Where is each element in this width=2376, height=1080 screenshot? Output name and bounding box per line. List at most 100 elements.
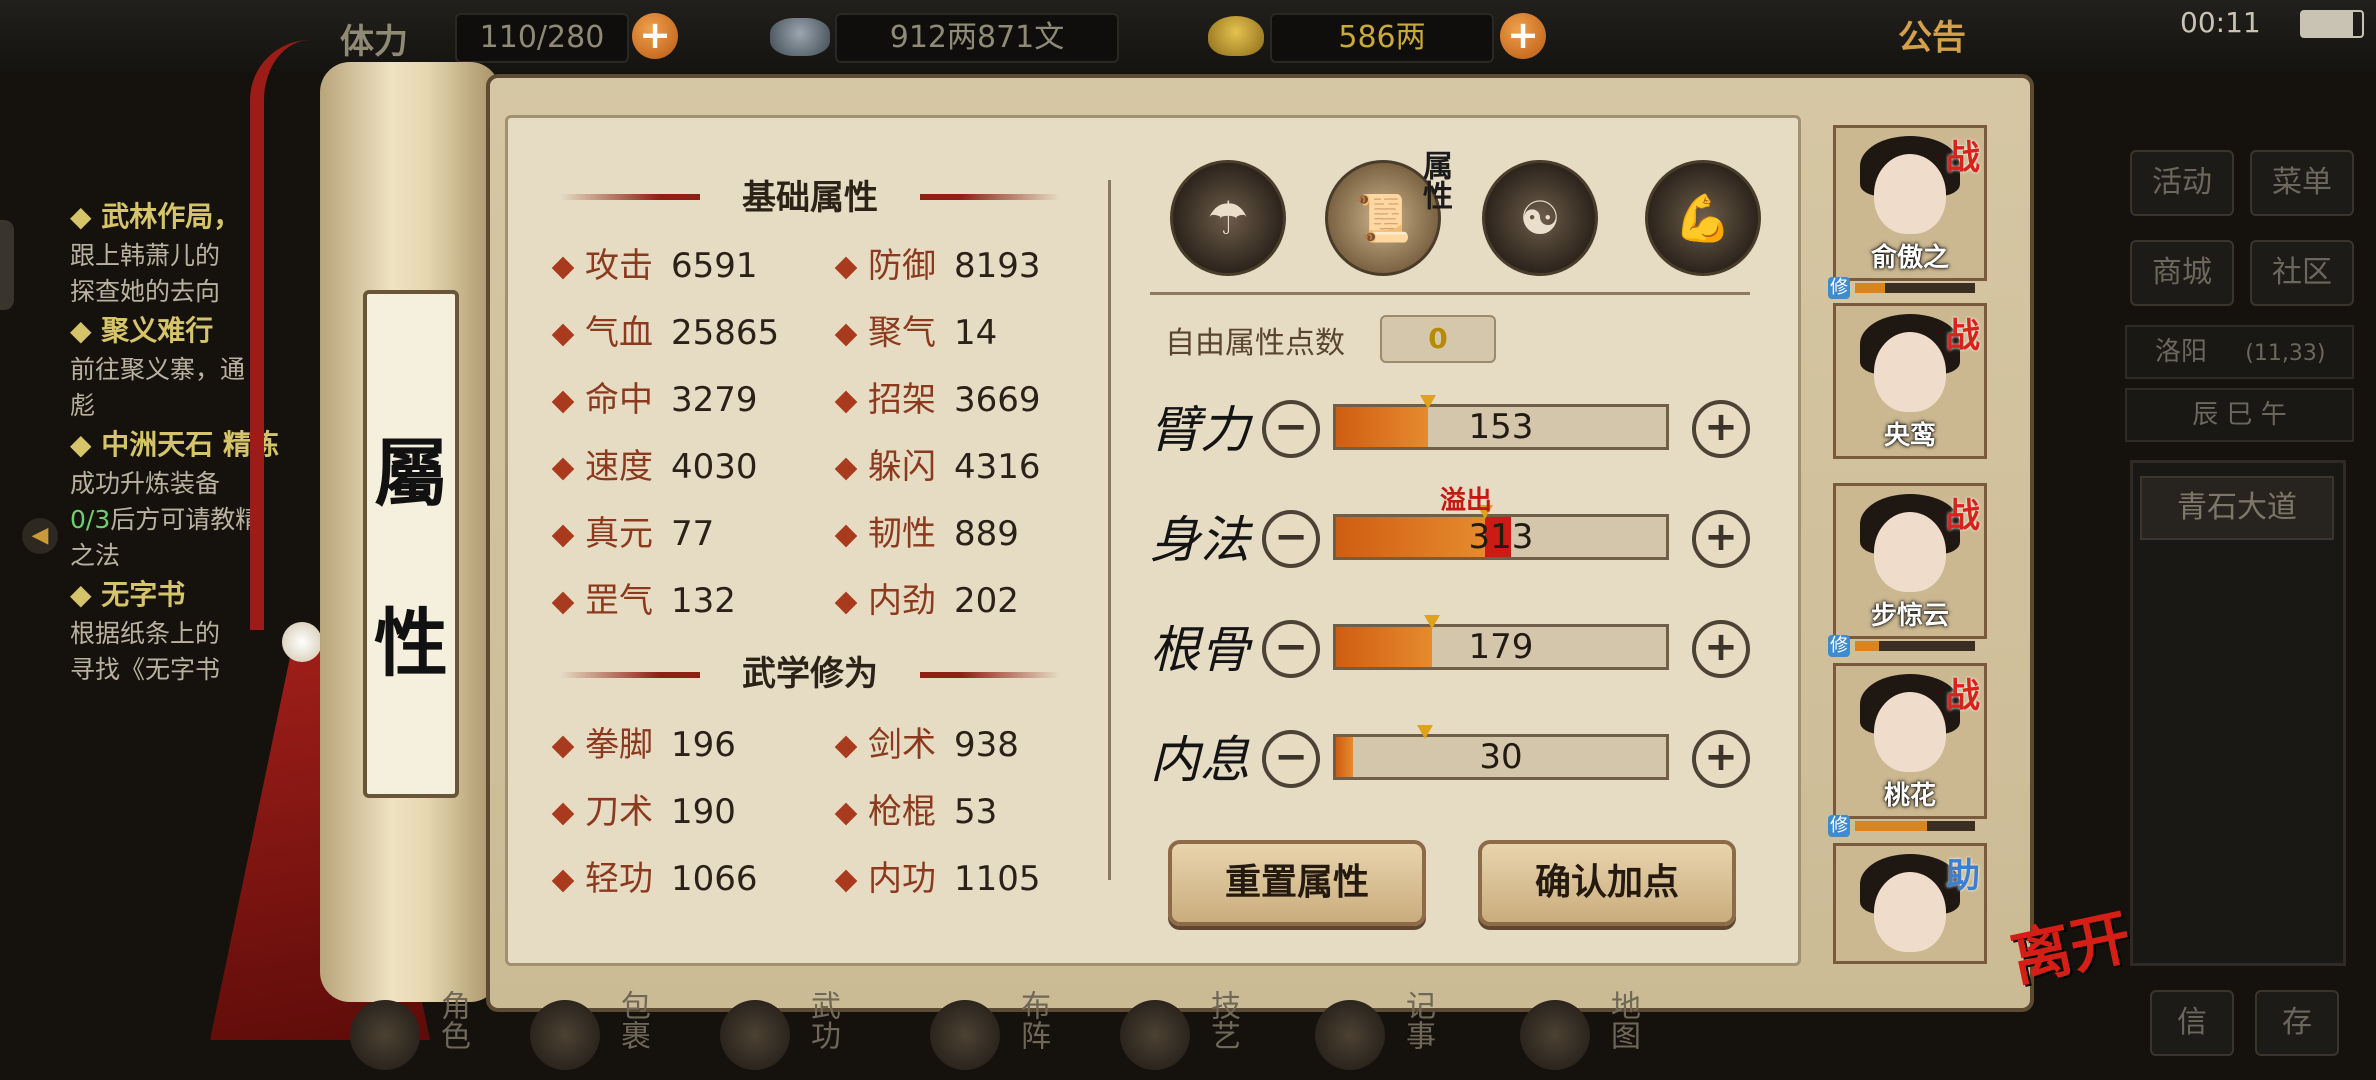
diamond-icon	[834, 735, 858, 758]
bottom-menu-icon[interactable]	[1315, 1000, 1385, 1070]
bottom-menu-icon[interactable]	[350, 1000, 420, 1070]
cultivation-badge: 修	[1828, 815, 1850, 837]
stat-row: 内功 1105	[834, 854, 1041, 904]
save-button[interactable]: 存	[2255, 990, 2339, 1056]
bottom-menu-label[interactable]: 角色	[430, 990, 474, 1050]
party-member-portrait[interactable]: 俞傲之 战	[1833, 125, 1987, 281]
decrease-button[interactable]: −	[1262, 510, 1320, 568]
diamond-icon	[551, 256, 575, 279]
notice-button[interactable]: 公告	[1898, 10, 1966, 59]
cultivation-badge: 修	[1828, 635, 1850, 657]
party-role-tag: 战	[1946, 496, 1980, 536]
tab-character[interactable]: ☂	[1170, 160, 1286, 276]
location-coords: (11,33)	[2245, 341, 2326, 366]
reset-attributes-button[interactable]: 重置属性	[1168, 840, 1426, 926]
location-name: 洛阳	[2155, 337, 2208, 367]
diamond-icon	[551, 735, 575, 758]
free-points-label: 自由属性点数	[1165, 326, 1345, 361]
attr-label: 内息	[1150, 731, 1250, 789]
bottom-menu-label[interactable]: 武功	[800, 990, 844, 1050]
road-label[interactable]: 青石大道	[2140, 476, 2334, 540]
bottom-menu-icon[interactable]	[1120, 1000, 1190, 1070]
bottom-menu-icon[interactable]	[930, 1000, 1000, 1070]
mail-button[interactable]: 信	[2150, 990, 2234, 1056]
increase-button[interactable]: +	[1692, 730, 1750, 788]
stat-name: 攻击	[585, 246, 653, 286]
overflow-label: 溢出	[1440, 486, 1493, 516]
diamond-icon	[551, 869, 575, 892]
increase-button[interactable]: +	[1692, 400, 1750, 458]
side-tab-handle[interactable]	[0, 220, 14, 310]
party-member-name: 步惊云	[1870, 601, 1949, 631]
stat-value: 196	[671, 725, 736, 765]
diamond-icon	[834, 869, 858, 892]
face	[1874, 692, 1946, 772]
party-member-portrait[interactable]: 央鸾 战	[1833, 303, 1987, 459]
stat-row: 攻击 6591	[551, 241, 758, 291]
location-display: 洛阳 (11,33)	[2125, 325, 2354, 379]
menu-button[interactable]: 菜单	[2250, 150, 2354, 216]
stat-value: 190	[671, 792, 736, 832]
stamina-label: 体力	[340, 22, 408, 62]
bottom-menu-icon[interactable]	[1520, 1000, 1590, 1070]
gold-display: 586两	[1270, 13, 1494, 63]
increase-button[interactable]: +	[1692, 510, 1750, 568]
collapse-arrow-icon[interactable]: ◀	[22, 518, 58, 554]
decrease-button[interactable]: −	[1262, 400, 1320, 458]
add-gold-button[interactable]: +	[1500, 13, 1546, 59]
time-display: 辰 巳 午	[2125, 388, 2354, 442]
stat-row: 真元 77	[551, 509, 714, 559]
tab-bagua[interactable]: ☯	[1482, 160, 1598, 276]
party-member-portrait[interactable]: 助	[1833, 843, 1987, 964]
attr-value: 153	[1468, 407, 1534, 447]
cultivation-badge: 修	[1828, 277, 1850, 299]
party-member-portrait[interactable]: 步惊云 战	[1833, 483, 1987, 639]
add-stamina-button[interactable]: +	[632, 13, 678, 59]
diamond-icon	[834, 256, 858, 279]
yin-yang-icon: ☯	[1519, 191, 1561, 245]
stat-value: 53	[954, 792, 998, 832]
stat-name: 轻功	[585, 859, 653, 899]
basic-stats-title: 基础属性	[700, 174, 920, 222]
straw-hat-icon: ☂	[1207, 191, 1249, 245]
tabs-underline	[1150, 292, 1750, 295]
stat-name: 枪棍	[868, 792, 936, 832]
face	[1874, 332, 1946, 412]
stat-name: 剑术	[868, 725, 936, 765]
bottom-menu-label[interactable]: 地图	[1600, 990, 1644, 1050]
party-member-portrait[interactable]: 桃花 战	[1833, 663, 1987, 819]
stat-row: 拳脚 196	[551, 720, 736, 770]
stat-name: 气血	[585, 313, 653, 353]
bottom-menu-icon[interactable]	[530, 1000, 600, 1070]
stat-value: 132	[671, 581, 736, 621]
diamond-icon	[551, 802, 575, 825]
tab-body[interactable]: 💪	[1645, 160, 1761, 276]
stat-name: 罡气	[585, 581, 653, 621]
confirm-points-button[interactable]: 确认加点	[1478, 840, 1736, 926]
diamond-icon	[551, 323, 575, 346]
attr-bar: 313	[1333, 505, 1669, 560]
bottom-menu-label[interactable]: 布阵	[1010, 990, 1054, 1050]
stat-name: 招架	[868, 380, 936, 420]
bottom-menu-label[interactable]: 技艺	[1200, 990, 1244, 1050]
shop-button[interactable]: 商城	[2130, 240, 2234, 306]
stat-row: 速度 4030	[551, 442, 758, 492]
bottom-menu-label[interactable]: 包裹	[610, 990, 654, 1050]
cultivation-progress	[1855, 641, 1975, 651]
community-button[interactable]: 社区	[2250, 240, 2354, 306]
stat-row: 气血 25865	[551, 308, 779, 358]
gold-ingot-icon	[1208, 16, 1264, 56]
cultivation-progress	[1855, 821, 1975, 831]
decrease-button[interactable]: −	[1262, 620, 1320, 678]
stat-row: 轻功 1066	[551, 854, 758, 904]
face	[1874, 154, 1946, 234]
decrease-button[interactable]: −	[1262, 730, 1320, 788]
bottom-menu-icon[interactable]	[720, 1000, 790, 1070]
attr-label: 身法	[1150, 511, 1250, 569]
stat-row: 命中 3279	[551, 375, 758, 425]
increase-button[interactable]: +	[1692, 620, 1750, 678]
bottom-menu-label[interactable]: 记事	[1395, 990, 1439, 1050]
stat-value: 889	[954, 514, 1019, 554]
activity-button[interactable]: 活动	[2130, 150, 2234, 216]
diamond-icon	[551, 524, 575, 547]
